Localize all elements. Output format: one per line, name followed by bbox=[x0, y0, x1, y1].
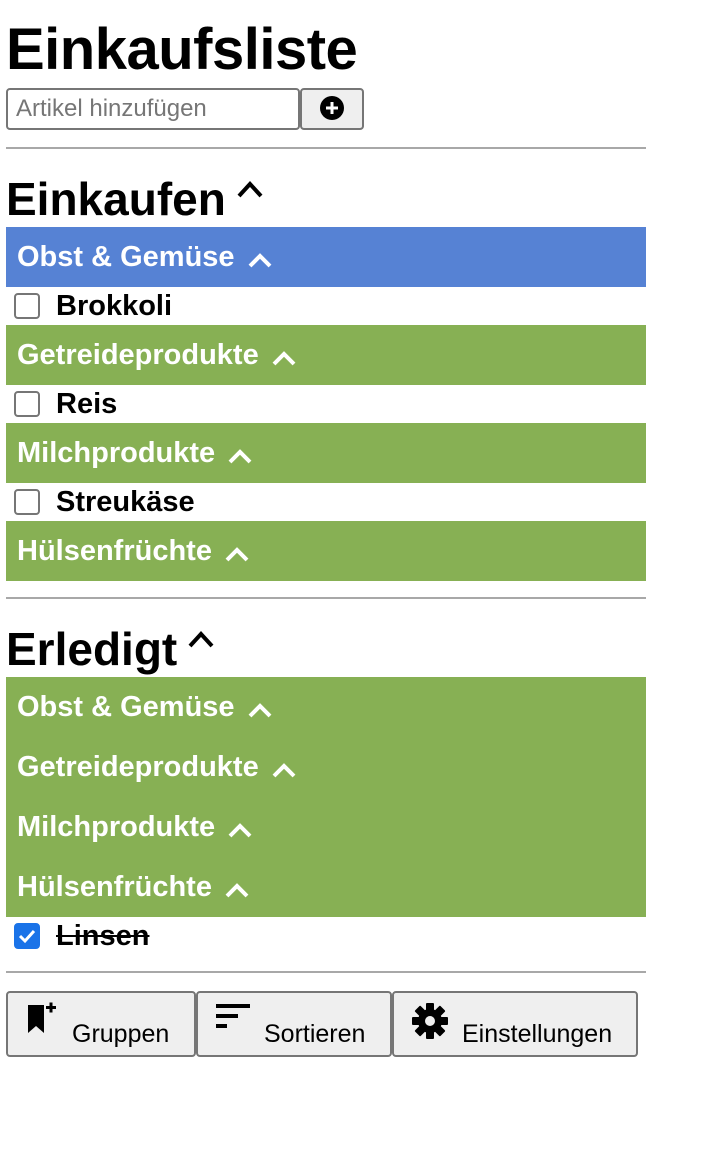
item-checkbox[interactable] bbox=[14, 293, 40, 319]
group-header-huelsenfruechte[interactable]: Hülsenfrüchte bbox=[6, 521, 646, 581]
page-title: Einkaufsliste bbox=[6, 17, 358, 82]
group-label: Hülsenfrüchte bbox=[17, 534, 212, 567]
divider bbox=[6, 147, 646, 149]
settings-button[interactable]: Einstellungen bbox=[392, 991, 638, 1057]
chevron-up-icon[interactable] bbox=[247, 701, 273, 719]
chevron-up-icon[interactable] bbox=[227, 447, 253, 465]
chevron-up-icon[interactable] bbox=[187, 628, 215, 650]
chevron-up-icon[interactable] bbox=[236, 178, 264, 200]
item-label: Streukäse bbox=[56, 485, 195, 518]
group-header-getreideprodukte[interactable]: Getreideprodukte bbox=[6, 325, 646, 385]
group-label: Obst & Gemüse bbox=[17, 240, 235, 273]
chevron-up-icon[interactable] bbox=[271, 761, 297, 779]
divider bbox=[6, 971, 646, 973]
group-label: Getreideprodukte bbox=[17, 338, 259, 371]
item-checkbox[interactable] bbox=[14, 489, 40, 515]
sort-button-label: Sortieren bbox=[264, 1020, 366, 1048]
group-label: Hülsenfrüchte bbox=[17, 870, 212, 903]
item-label: Brokkoli bbox=[56, 289, 173, 322]
done-groups: Obst & Gemüse Getreideprodukte Milchprod… bbox=[6, 677, 646, 917]
group-header-obst-gemuese[interactable]: Obst & Gemüse bbox=[6, 227, 646, 287]
group-header-milchprodukte[interactable]: Milchprodukte bbox=[6, 797, 646, 857]
group-label: Getreideprodukte bbox=[17, 750, 259, 783]
list-item[interactable]: Brokkoli bbox=[14, 287, 172, 325]
bookmark-add-icon bbox=[24, 1001, 60, 1037]
group-header-getreideprodukte[interactable]: Getreideprodukte bbox=[6, 737, 646, 797]
chevron-up-icon[interactable] bbox=[224, 545, 250, 563]
item-checkbox-checked[interactable] bbox=[14, 923, 40, 949]
sort-icon bbox=[214, 1001, 252, 1031]
item-label: Linsen bbox=[56, 919, 150, 952]
section-title-done: Erledigt bbox=[6, 623, 178, 675]
item-label: Reis bbox=[56, 387, 118, 420]
add-item-input[interactable] bbox=[6, 88, 300, 130]
group-header-milchprodukte[interactable]: Milchprodukte bbox=[6, 423, 646, 483]
list-item[interactable]: Linsen bbox=[14, 917, 149, 955]
list-item[interactable]: Streukäse bbox=[14, 483, 195, 521]
chevron-up-icon[interactable] bbox=[271, 349, 297, 367]
divider bbox=[6, 597, 646, 599]
group-label: Milchprodukte bbox=[17, 810, 216, 843]
group-header-obst-gemuese[interactable]: Obst & Gemüse bbox=[6, 677, 646, 737]
chevron-up-icon[interactable] bbox=[224, 881, 250, 899]
sort-button[interactable]: Sortieren bbox=[196, 991, 392, 1057]
section-title-shopping: Einkaufen bbox=[6, 173, 226, 225]
checkmark-icon bbox=[18, 929, 36, 944]
gear-icon bbox=[410, 1001, 450, 1041]
chevron-up-icon[interactable] bbox=[227, 821, 253, 839]
settings-button-label: Einstellungen bbox=[462, 1020, 613, 1048]
bottom-toolbar: Gruppen Sortieren Einstellungen bbox=[6, 991, 638, 1057]
chevron-up-icon[interactable] bbox=[247, 251, 273, 269]
groups-button-label: Gruppen bbox=[72, 1020, 170, 1048]
add-item-row bbox=[6, 88, 364, 130]
list-item[interactable]: Reis bbox=[14, 385, 117, 423]
section-header-shopping[interactable]: Einkaufen bbox=[6, 174, 264, 224]
add-item-button[interactable] bbox=[300, 88, 364, 130]
group-label: Obst & Gemüse bbox=[17, 690, 235, 723]
group-label: Milchprodukte bbox=[17, 436, 216, 469]
group-header-huelsenfruechte[interactable]: Hülsenfrüchte bbox=[6, 857, 646, 917]
plus-circle-icon bbox=[319, 95, 345, 124]
item-checkbox[interactable] bbox=[14, 391, 40, 417]
section-header-done[interactable]: Erledigt bbox=[6, 624, 215, 674]
groups-button[interactable]: Gruppen bbox=[6, 991, 196, 1057]
